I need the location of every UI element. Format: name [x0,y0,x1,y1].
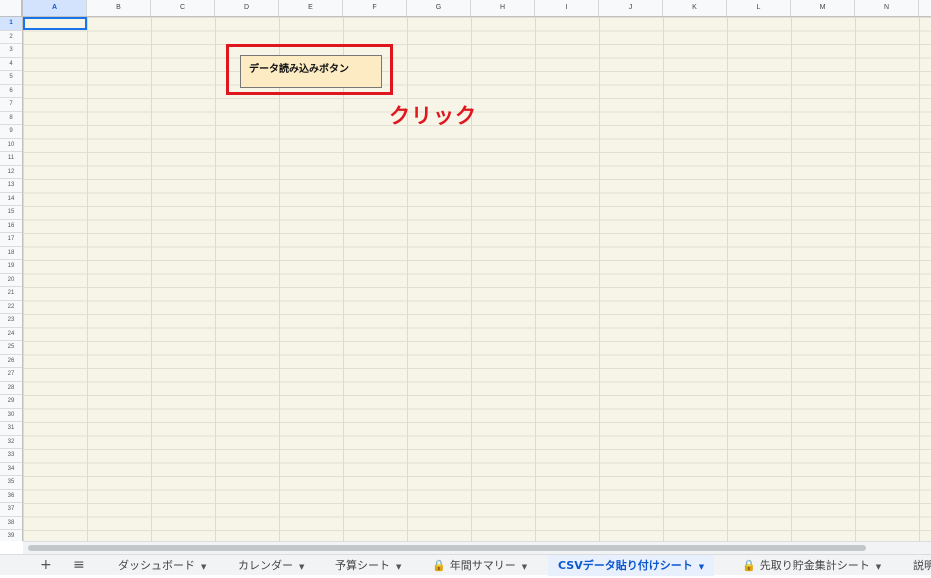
row-header-35[interactable]: 35 [0,476,22,490]
row-header-bar: 1 2 3 4 5 6 7 8 9 10 11 12 13 14 15 16 17 18 19 20 21 22 23 24 2… [0,17,23,541]
selected-cell-A1[interactable] [23,17,87,30]
hamburger-menu-icon[interactable]: ≡ [73,557,85,573]
row-header-12[interactable]: 12 [0,166,22,179]
row-header-1[interactable]: 1 [0,17,22,31]
column-header-F[interactable]: F [343,0,407,16]
row-header-28[interactable]: 28 [0,382,22,395]
row-header-25[interactable]: 25 [0,341,22,355]
row-header-33[interactable]: 33 [0,449,22,463]
row-header-4[interactable]: 4 [0,58,22,71]
row-header-29[interactable]: 29 [0,395,22,409]
row-header-27[interactable]: 27 [0,368,22,382]
sheet-tab-4[interactable]: CSVデータ貼り付けシート ▼ [548,555,715,576]
sheet-tab-label: 先取り貯金集計シート [759,559,870,572]
row-header-3[interactable]: 3 [0,44,22,58]
column-header-M[interactable]: M [791,0,855,16]
row-header-23[interactable]: 23 [0,314,22,328]
row-header-16[interactable]: 16 [0,220,22,233]
row-header-22[interactable]: 22 [0,301,22,314]
spreadsheet: ABCDEFGHIJKLMN 1 2 3 4 5 6 7 8 9 10 11 12 13 14 15 16 17… [0,0,931,541]
row-header-15[interactable]: 15 [0,206,22,220]
column-header-I[interactable]: I [535,0,599,16]
row-header-30[interactable]: 30 [0,409,22,422]
row-header-21[interactable]: 21 [0,287,22,301]
column-header-C[interactable]: C [151,0,215,16]
sheet-tab-5[interactable]: 🔒 先取り貯金集計シート ▼ [742,555,881,576]
dropdown-arrow-icon[interactable]: ▼ [201,563,206,571]
column-header-A[interactable]: A [23,0,87,16]
column-header-bar: ABCDEFGHIJKLMN [0,0,931,17]
column-header-K[interactable]: K [663,0,727,16]
column-header-B[interactable]: B [87,0,151,16]
column-header-H[interactable]: H [471,0,535,16]
sheet-tab-label: カレンダー [238,559,293,572]
sheet-tab-0[interactable]: ダッシュボード ▼ [118,555,206,576]
column-header-E[interactable]: E [279,0,343,16]
row-header-20[interactable]: 20 [0,274,22,287]
row-header-18[interactable]: 18 [0,247,22,260]
row-header-2[interactable]: 2 [0,31,22,44]
row-header-11[interactable]: 11 [0,152,22,166]
sheet-tab-2[interactable]: 予算シート ▼ [335,555,401,576]
sheet-tab-label: ダッシュボード [118,559,195,572]
row-header-13[interactable]: 13 [0,179,22,193]
cell-grid[interactable] [23,17,931,541]
sheet-tab-3[interactable]: 🔒 年間サマリー ▼ [432,555,527,576]
lock-icon: 🔒 [432,559,446,572]
horizontal-scrollbar-thumb[interactable] [28,545,866,551]
dropdown-arrow-icon[interactable]: ▼ [396,563,401,571]
column-header-L[interactable]: L [727,0,791,16]
row-header-24[interactable]: 24 [0,328,22,341]
dropdown-arrow-icon[interactable]: ▼ [522,563,527,571]
column-header-N[interactable]: N [855,0,919,16]
column-header-D[interactable]: D [215,0,279,16]
dropdown-arrow-icon[interactable]: ▼ [876,563,881,571]
row-header-5[interactable]: 5 [0,71,22,85]
row-header-39[interactable]: 39 [0,530,22,541]
sheet-tab-label: 年間サマリー [449,559,516,572]
row-header-37[interactable]: 37 [0,503,22,517]
row-header-31[interactable]: 31 [0,422,22,436]
row-header-10[interactable]: 10 [0,139,22,152]
highlight-box [226,44,393,95]
sheet-tab-bar: + ≡ ダッシュボード ▼ カレンダー ▼ 予算シート ▼ 🔒 年間サマリー ▼ CSVデータ貼り… [0,554,931,576]
row-header-38[interactable]: 38 [0,517,22,530]
row-header-34[interactable]: 34 [0,463,22,476]
row-header-36[interactable]: 36 [0,490,22,503]
row-header-8[interactable]: 8 [0,112,22,125]
sheet-tab-label: 予算シート [335,559,390,572]
sheet-tab-label: 説明 [913,559,931,572]
column-header-G[interactable]: G [407,0,471,16]
row-header-26[interactable]: 26 [0,355,22,368]
sheet-tab-6[interactable]: 説明 [913,555,931,576]
row-header-9[interactable]: 9 [0,125,22,139]
plus-icon[interactable]: + [40,557,52,573]
lock-icon: 🔒 [742,559,756,572]
row-header-6[interactable]: 6 [0,85,22,98]
column-header-J[interactable]: J [599,0,663,16]
click-annotation: クリック [389,104,477,128]
select-all-corner[interactable] [0,0,23,16]
sheet-tab-label: CSVデータ貼り付けシート [558,559,693,572]
row-header-14[interactable]: 14 [0,193,22,206]
row-header-19[interactable]: 19 [0,260,22,274]
dropdown-arrow-icon[interactable]: ▼ [699,563,704,571]
sheet-tab-1[interactable]: カレンダー ▼ [238,555,304,576]
row-header-32[interactable]: 32 [0,436,22,449]
row-header-17[interactable]: 17 [0,233,22,247]
dropdown-arrow-icon[interactable]: ▼ [299,563,304,571]
row-header-7[interactable]: 7 [0,98,22,112]
